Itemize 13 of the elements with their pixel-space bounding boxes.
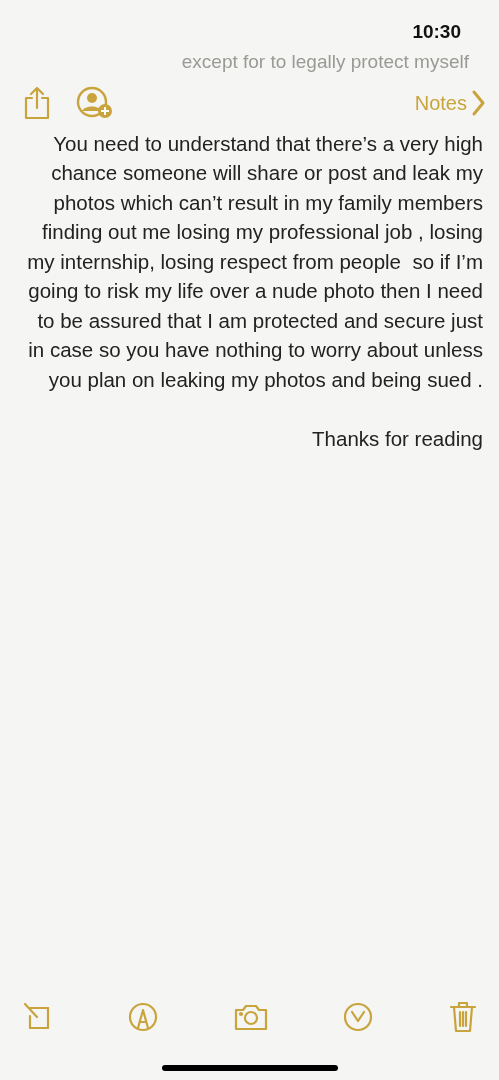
markup-button[interactable] [127, 1002, 158, 1032]
scrolled-text: except for to legally protect myself [181, 51, 469, 72]
checklist-button[interactable] [343, 1002, 374, 1032]
back-button[interactable]: Notes [414, 87, 485, 118]
status-time: 10:30 [412, 20, 461, 44]
chevron-icon [471, 88, 485, 117]
note-paragraph: Thanks for reading [311, 425, 483, 452]
note-paragraph: You need to understand that there’s a very high chance someone will share or post and leak my photos which can’t result in my family members finding out me losing my professional job , losing my internship, losing respect from people so if I’m going to risk my life over a nude photo then I need to be assured that I am protected and secure just in case so you have nothing to worry about unless you plan on leaking my photos and being sued . [26, 130, 483, 393]
trash-button[interactable] [449, 1001, 477, 1033]
add-person-button[interactable] [76, 85, 114, 120]
compose-button[interactable] [22, 1002, 52, 1032]
camera-button[interactable] [233, 1003, 268, 1031]
share-button[interactable] [22, 85, 52, 120]
